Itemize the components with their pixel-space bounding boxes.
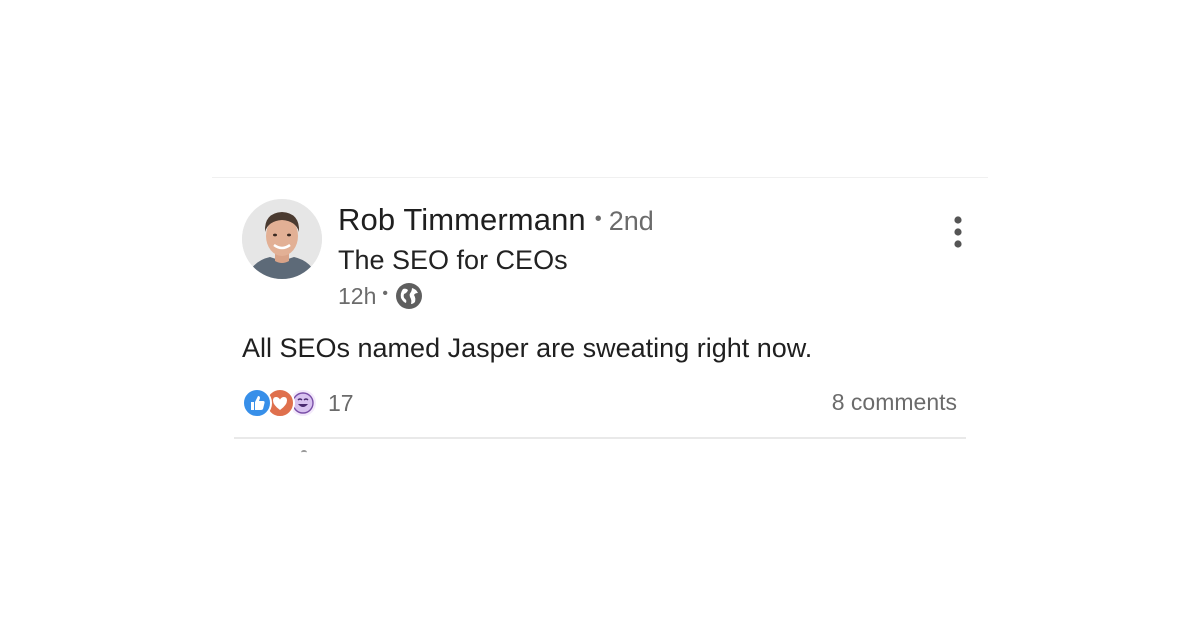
post-body-text: All SEOs named Jasper are sweating right…: [242, 333, 813, 363]
comments-count-link[interactable]: 8 comments: [832, 389, 957, 416]
connection-degree: 2nd: [608, 206, 654, 236]
name-separator: •: [594, 208, 602, 230]
reactions-summary[interactable]: 17: [242, 386, 354, 420]
meta-separator: •: [382, 285, 388, 302]
author-name-row: Rob Timmermann • 2nd: [338, 202, 654, 238]
vertical-ellipsis-icon: [954, 216, 962, 248]
post-timestamp: 12h: [338, 282, 377, 309]
like-icon: [242, 388, 272, 418]
author-headline: The SEO for CEOs: [338, 245, 568, 275]
reaction-count: 17: [328, 389, 354, 416]
social-actions-divider: [234, 437, 966, 439]
globe-icon: [395, 282, 423, 310]
post-meta: 12h •: [338, 282, 423, 310]
author-name[interactable]: Rob Timmermann: [338, 202, 586, 238]
reaction-icon-stack: [242, 388, 320, 418]
feed-post-card: Rob Timmermann • 2nd The SEO for CEOs 12…: [212, 178, 988, 468]
author-avatar[interactable]: [242, 199, 322, 279]
post-more-options-button[interactable]: [942, 214, 974, 250]
cropped-icon-fragment: [301, 450, 307, 455]
author-photo: [242, 199, 322, 279]
